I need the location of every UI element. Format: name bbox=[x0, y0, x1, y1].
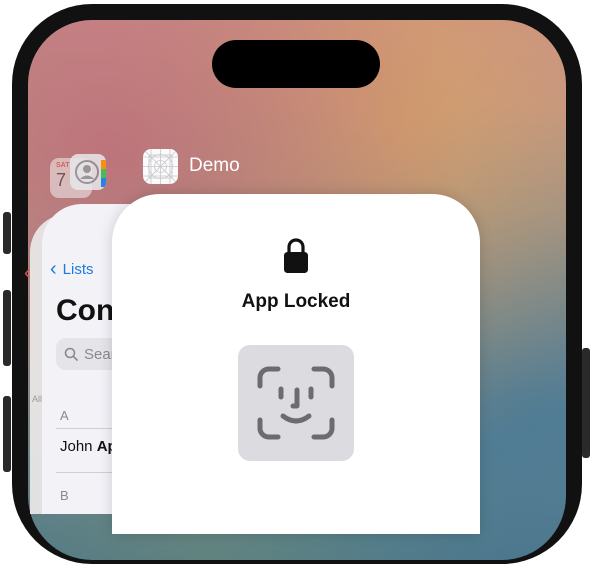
section-header-b: B bbox=[60, 488, 69, 503]
power-button bbox=[582, 348, 590, 458]
volume-down-button bbox=[3, 396, 11, 472]
lock-icon bbox=[283, 236, 309, 274]
back-chevron-icon: ‹ bbox=[24, 262, 31, 284]
contacts-icon bbox=[70, 154, 106, 190]
calendar-day: SAT bbox=[56, 162, 70, 169]
demo-app-grid-icon bbox=[143, 149, 178, 184]
volume-up-button bbox=[3, 290, 11, 366]
app-name-label[interactable]: Demo bbox=[189, 155, 240, 177]
search-placeholder: Sear bbox=[84, 345, 116, 363]
list-item[interactable]: John Ap bbox=[60, 438, 117, 455]
face-id-icon bbox=[257, 366, 335, 440]
back-link[interactable]: ‹ Lists bbox=[50, 258, 94, 280]
contact-first-name: John bbox=[60, 438, 93, 455]
section-header-a: A bbox=[60, 408, 69, 423]
dynamic-island bbox=[212, 40, 380, 88]
app-locked-title: App Locked bbox=[241, 291, 351, 312]
list-filter-label: All bbox=[32, 394, 43, 404]
contacts-title: Con bbox=[56, 294, 115, 327]
calendar-date: 7 bbox=[56, 170, 67, 190]
chevron-left-icon: ‹ bbox=[50, 258, 57, 280]
search-icon bbox=[64, 347, 78, 361]
back-link-label: Lists bbox=[62, 260, 94, 278]
action-button bbox=[3, 212, 11, 254]
